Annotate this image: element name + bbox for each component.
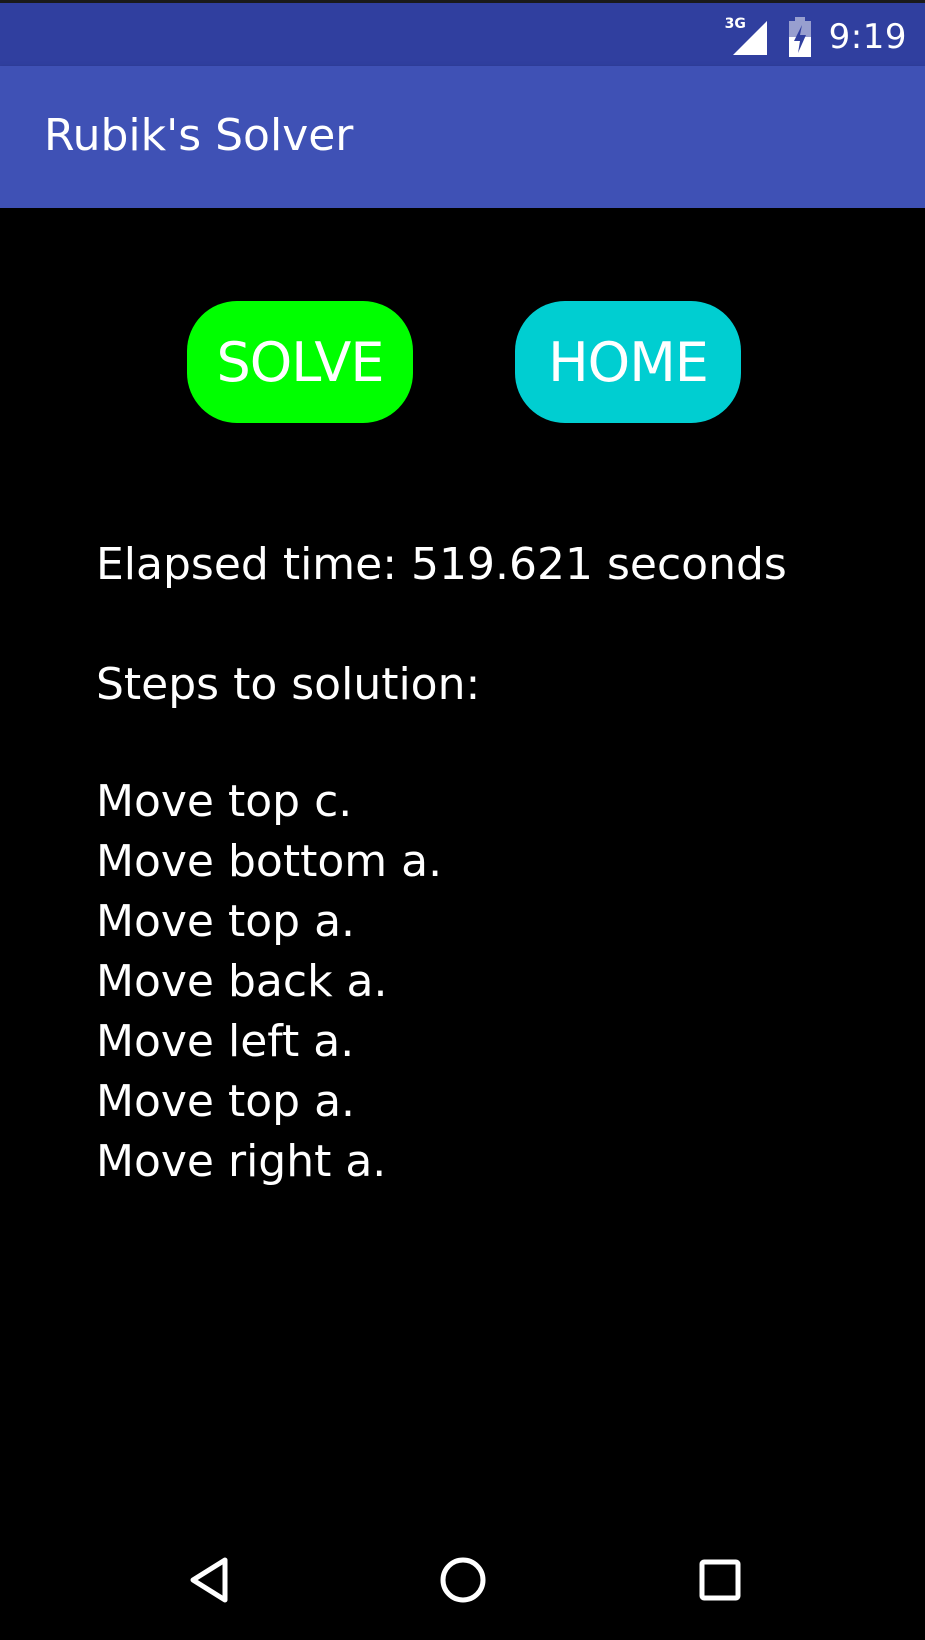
status-icons: 3G 9:19 xyxy=(725,13,907,61)
app-bar: Rubik's Solver xyxy=(0,66,925,208)
step-item: Move top a. xyxy=(96,1076,356,1127)
step-item: Move top a. xyxy=(96,896,356,947)
back-icon[interactable] xyxy=(170,1540,250,1620)
screen: 3G 9:19 Rubik's Solver SOLVE HOME Elapse… xyxy=(0,0,925,1640)
step-item: Move back a. xyxy=(96,956,388,1007)
step-item: Move top c. xyxy=(96,776,353,827)
elapsed-time: Elapsed time: 519.621 seconds xyxy=(96,539,787,590)
steps-list: Move top c. Move bottom a. Move top a. M… xyxy=(96,772,885,1192)
battery-icon xyxy=(788,17,811,57)
recents-icon[interactable] xyxy=(680,1540,760,1620)
home-button[interactable]: HOME xyxy=(515,301,741,423)
status-time: 9:19 xyxy=(828,17,907,57)
solution-output: Elapsed time: 519.621 seconds Steps to s… xyxy=(96,530,885,1192)
navigation-bar xyxy=(0,1518,925,1640)
step-item: Move right a. xyxy=(96,1136,387,1187)
home-icon[interactable] xyxy=(423,1540,503,1620)
app-title: Rubik's Solver xyxy=(44,110,354,161)
step-item: Move bottom a. xyxy=(96,836,443,887)
status-bar: 3G 9:19 xyxy=(0,0,925,66)
steps-heading: Steps to solution: xyxy=(96,659,481,710)
signal-icon: 3G xyxy=(725,17,771,57)
step-item: Move left a. xyxy=(96,1016,355,1067)
solve-button[interactable]: SOLVE xyxy=(187,301,413,423)
